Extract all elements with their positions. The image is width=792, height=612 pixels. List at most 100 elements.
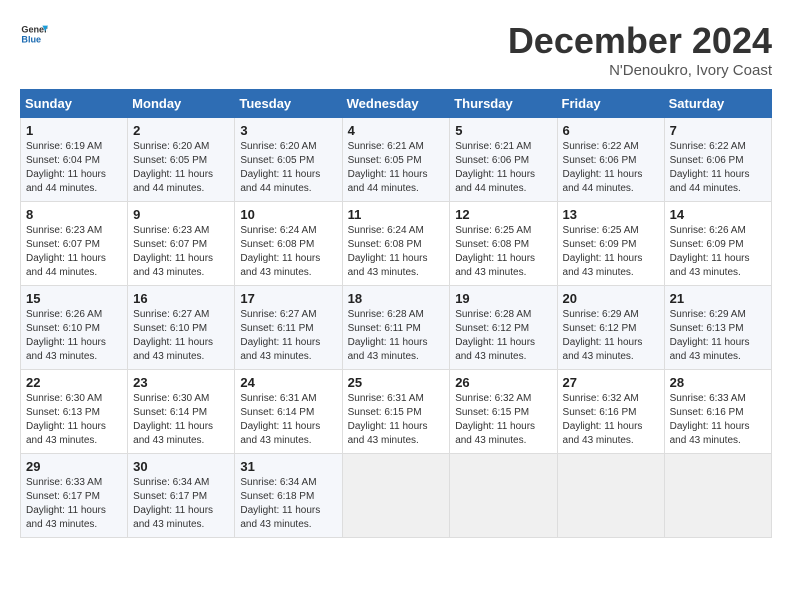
day-number: 29 [26, 459, 122, 474]
calendar-body: 1 Sunrise: 6:19 AMSunset: 6:04 PMDayligh… [21, 118, 772, 538]
calendar-cell: 13 Sunrise: 6:25 AMSunset: 6:09 PMDaylig… [557, 202, 664, 286]
day-info: Sunrise: 6:32 AMSunset: 6:15 PMDaylight:… [455, 393, 535, 446]
day-info: Sunrise: 6:28 AMSunset: 6:12 PMDaylight:… [455, 309, 535, 362]
calendar-day-header: Wednesday [342, 90, 450, 118]
day-number: 8 [26, 207, 122, 222]
day-info: Sunrise: 6:23 AMSunset: 6:07 PMDaylight:… [26, 225, 106, 278]
day-number: 9 [133, 207, 229, 222]
day-number: 21 [670, 291, 766, 306]
day-number: 14 [670, 207, 766, 222]
calendar-cell: 26 Sunrise: 6:32 AMSunset: 6:15 PMDaylig… [450, 370, 557, 454]
calendar-cell: 20 Sunrise: 6:29 AMSunset: 6:12 PMDaylig… [557, 286, 664, 370]
calendar-cell: 15 Sunrise: 6:26 AMSunset: 6:10 PMDaylig… [21, 286, 128, 370]
day-number: 12 [455, 207, 551, 222]
day-info: Sunrise: 6:29 AMSunset: 6:12 PMDaylight:… [563, 309, 643, 362]
calendar-cell [664, 454, 771, 538]
calendar-day-header: Tuesday [235, 90, 342, 118]
calendar-cell [342, 454, 450, 538]
calendar: SundayMondayTuesdayWednesdayThursdayFrid… [20, 89, 772, 538]
day-info: Sunrise: 6:24 AMSunset: 6:08 PMDaylight:… [240, 225, 320, 278]
day-info: Sunrise: 6:20 AMSunset: 6:05 PMDaylight:… [240, 141, 320, 194]
calendar-cell: 18 Sunrise: 6:28 AMSunset: 6:11 PMDaylig… [342, 286, 450, 370]
location-title: N'Denoukro, Ivory Coast [508, 62, 772, 79]
day-number: 18 [348, 291, 445, 306]
calendar-cell: 24 Sunrise: 6:31 AMSunset: 6:14 PMDaylig… [235, 370, 342, 454]
calendar-cell: 22 Sunrise: 6:30 AMSunset: 6:13 PMDaylig… [21, 370, 128, 454]
day-number: 28 [670, 375, 766, 390]
day-info: Sunrise: 6:33 AMSunset: 6:16 PMDaylight:… [670, 393, 750, 446]
day-info: Sunrise: 6:31 AMSunset: 6:14 PMDaylight:… [240, 393, 320, 446]
calendar-cell: 17 Sunrise: 6:27 AMSunset: 6:11 PMDaylig… [235, 286, 342, 370]
calendar-cell: 19 Sunrise: 6:28 AMSunset: 6:12 PMDaylig… [450, 286, 557, 370]
day-number: 3 [240, 123, 336, 138]
title-area: December 2024 N'Denoukro, Ivory Coast [508, 20, 772, 79]
calendar-cell [450, 454, 557, 538]
day-number: 16 [133, 291, 229, 306]
calendar-day-header: Thursday [450, 90, 557, 118]
day-number: 17 [240, 291, 336, 306]
day-number: 20 [563, 291, 659, 306]
day-info: Sunrise: 6:21 AMSunset: 6:05 PMDaylight:… [348, 141, 428, 194]
day-number: 27 [563, 375, 659, 390]
month-title: December 2024 [508, 20, 772, 62]
calendar-day-header: Saturday [664, 90, 771, 118]
day-info: Sunrise: 6:22 AMSunset: 6:06 PMDaylight:… [563, 141, 643, 194]
calendar-cell: 25 Sunrise: 6:31 AMSunset: 6:15 PMDaylig… [342, 370, 450, 454]
day-number: 10 [240, 207, 336, 222]
calendar-cell: 8 Sunrise: 6:23 AMSunset: 6:07 PMDayligh… [21, 202, 128, 286]
calendar-week-row: 1 Sunrise: 6:19 AMSunset: 6:04 PMDayligh… [21, 118, 772, 202]
day-info: Sunrise: 6:26 AMSunset: 6:09 PMDaylight:… [670, 225, 750, 278]
day-info: Sunrise: 6:27 AMSunset: 6:10 PMDaylight:… [133, 309, 213, 362]
day-info: Sunrise: 6:34 AMSunset: 6:17 PMDaylight:… [133, 477, 213, 530]
calendar-day-header: Friday [557, 90, 664, 118]
calendar-week-row: 29 Sunrise: 6:33 AMSunset: 6:17 PMDaylig… [21, 454, 772, 538]
calendar-cell: 27 Sunrise: 6:32 AMSunset: 6:16 PMDaylig… [557, 370, 664, 454]
day-number: 25 [348, 375, 445, 390]
day-number: 6 [563, 123, 659, 138]
day-info: Sunrise: 6:24 AMSunset: 6:08 PMDaylight:… [348, 225, 428, 278]
calendar-cell: 6 Sunrise: 6:22 AMSunset: 6:06 PMDayligh… [557, 118, 664, 202]
svg-text:Blue: Blue [21, 34, 41, 44]
logo-icon: General Blue [20, 20, 48, 48]
calendar-cell [557, 454, 664, 538]
day-number: 7 [670, 123, 766, 138]
day-info: Sunrise: 6:31 AMSunset: 6:15 PMDaylight:… [348, 393, 428, 446]
logo: General Blue [20, 20, 48, 48]
calendar-cell: 21 Sunrise: 6:29 AMSunset: 6:13 PMDaylig… [664, 286, 771, 370]
day-number: 30 [133, 459, 229, 474]
day-number: 26 [455, 375, 551, 390]
day-number: 11 [348, 207, 445, 222]
calendar-cell: 16 Sunrise: 6:27 AMSunset: 6:10 PMDaylig… [128, 286, 235, 370]
calendar-cell: 1 Sunrise: 6:19 AMSunset: 6:04 PMDayligh… [21, 118, 128, 202]
day-number: 15 [26, 291, 122, 306]
calendar-cell: 29 Sunrise: 6:33 AMSunset: 6:17 PMDaylig… [21, 454, 128, 538]
calendar-cell: 30 Sunrise: 6:34 AMSunset: 6:17 PMDaylig… [128, 454, 235, 538]
day-info: Sunrise: 6:34 AMSunset: 6:18 PMDaylight:… [240, 477, 320, 530]
day-info: Sunrise: 6:32 AMSunset: 6:16 PMDaylight:… [563, 393, 643, 446]
day-number: 19 [455, 291, 551, 306]
calendar-cell: 23 Sunrise: 6:30 AMSunset: 6:14 PMDaylig… [128, 370, 235, 454]
day-number: 4 [348, 123, 445, 138]
calendar-day-header: Monday [128, 90, 235, 118]
header: General Blue December 2024 N'Denoukro, I… [20, 20, 772, 79]
day-info: Sunrise: 6:28 AMSunset: 6:11 PMDaylight:… [348, 309, 428, 362]
calendar-cell: 11 Sunrise: 6:24 AMSunset: 6:08 PMDaylig… [342, 202, 450, 286]
day-number: 13 [563, 207, 659, 222]
day-number: 31 [240, 459, 336, 474]
calendar-cell: 5 Sunrise: 6:21 AMSunset: 6:06 PMDayligh… [450, 118, 557, 202]
day-number: 5 [455, 123, 551, 138]
calendar-cell: 31 Sunrise: 6:34 AMSunset: 6:18 PMDaylig… [235, 454, 342, 538]
calendar-week-row: 22 Sunrise: 6:30 AMSunset: 6:13 PMDaylig… [21, 370, 772, 454]
day-number: 1 [26, 123, 122, 138]
day-number: 2 [133, 123, 229, 138]
calendar-cell: 4 Sunrise: 6:21 AMSunset: 6:05 PMDayligh… [342, 118, 450, 202]
day-info: Sunrise: 6:19 AMSunset: 6:04 PMDaylight:… [26, 141, 106, 194]
calendar-week-row: 8 Sunrise: 6:23 AMSunset: 6:07 PMDayligh… [21, 202, 772, 286]
day-info: Sunrise: 6:23 AMSunset: 6:07 PMDaylight:… [133, 225, 213, 278]
calendar-cell: 7 Sunrise: 6:22 AMSunset: 6:06 PMDayligh… [664, 118, 771, 202]
day-info: Sunrise: 6:26 AMSunset: 6:10 PMDaylight:… [26, 309, 106, 362]
calendar-cell: 12 Sunrise: 6:25 AMSunset: 6:08 PMDaylig… [450, 202, 557, 286]
day-info: Sunrise: 6:29 AMSunset: 6:13 PMDaylight:… [670, 309, 750, 362]
day-info: Sunrise: 6:30 AMSunset: 6:13 PMDaylight:… [26, 393, 106, 446]
calendar-cell: 14 Sunrise: 6:26 AMSunset: 6:09 PMDaylig… [664, 202, 771, 286]
